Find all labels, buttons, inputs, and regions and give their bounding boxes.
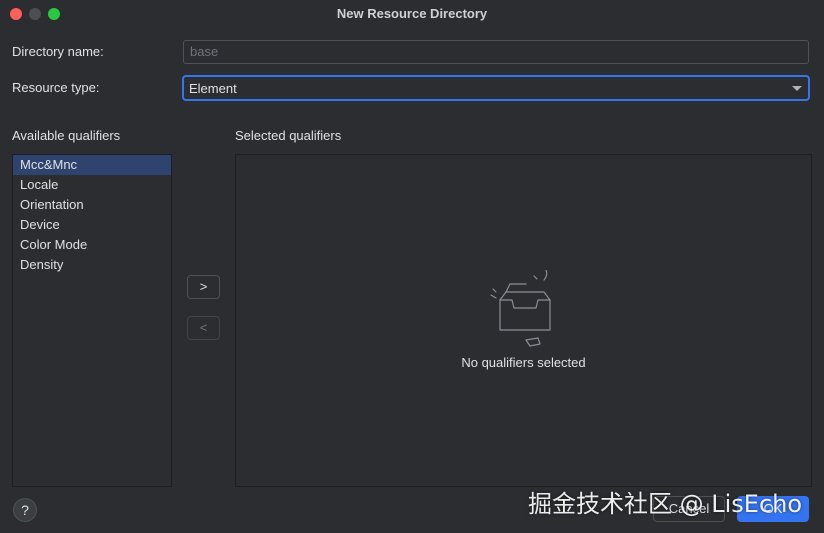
resource-type-value: Element <box>189 81 237 96</box>
resource-type-label: Resource type: <box>12 80 100 95</box>
directory-name-field[interactable]: base <box>183 40 809 64</box>
add-qualifier-button[interactable]: > <box>187 275 220 299</box>
chevron-down-icon <box>792 86 802 91</box>
empty-state-text: No qualifiers selected <box>461 355 586 370</box>
help-button[interactable]: ? <box>13 498 37 522</box>
remove-qualifier-button[interactable]: < <box>187 316 220 340</box>
selected-qualifiers-panel: No qualifiers selected <box>235 154 812 487</box>
selected-qualifiers-header: Selected qualifiers <box>235 128 342 143</box>
qualifier-item-density[interactable]: Density <box>13 255 171 275</box>
qualifier-item-color-mode[interactable]: Color Mode <box>13 235 171 255</box>
qualifier-item-locale[interactable]: Locale <box>13 175 171 195</box>
available-qualifiers-header: Available qualifiers <box>12 128 121 143</box>
watermark-text: 掘金技术社区 @ LisEcho <box>528 490 803 518</box>
resource-type-dropdown[interactable]: Element <box>182 75 810 101</box>
qualifier-item-orientation[interactable]: Orientation <box>13 195 171 215</box>
window-title: New Resource Directory <box>336 6 488 21</box>
title-bar: New Resource Directory <box>0 0 824 28</box>
empty-box-icon <box>490 270 551 347</box>
qualifier-item-mcc-mnc[interactable]: Mcc&Mnc <box>13 155 171 175</box>
qualifier-item-device[interactable]: Device <box>13 215 171 235</box>
directory-name-label: Directory name: <box>12 44 104 59</box>
available-qualifiers-list[interactable]: Mcc&Mnc Locale Orientation Device Color … <box>12 154 172 487</box>
